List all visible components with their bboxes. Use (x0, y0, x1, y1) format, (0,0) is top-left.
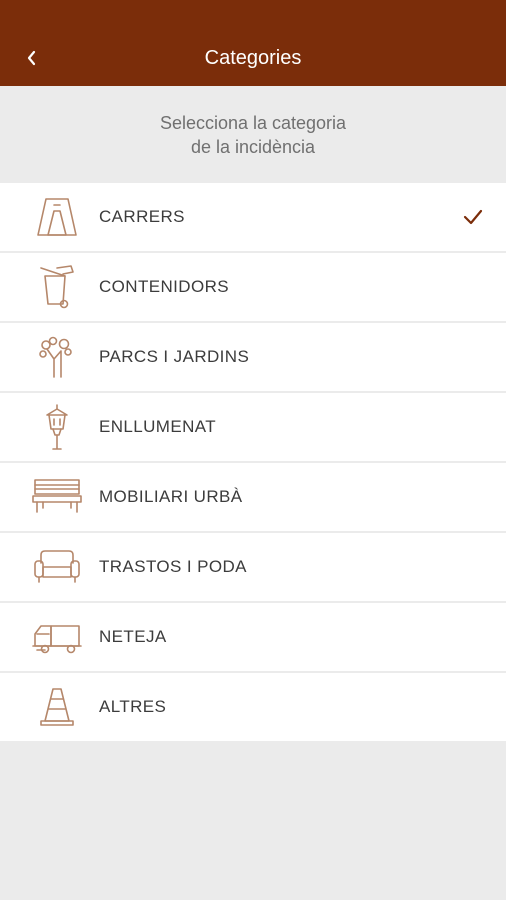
category-item-trastos-i-poda[interactable]: TRASTOS I PODA (0, 533, 506, 603)
category-list: CARRERS CONTENIDORS PARCS I JARDINS ENLL… (0, 183, 506, 743)
page-title: Categories (204, 47, 302, 69)
cleaning-truck-icon (28, 612, 86, 662)
streetlight-icon (28, 402, 86, 452)
container-icon (28, 262, 86, 312)
category-label: TRASTOS I PODA (99, 557, 247, 576)
bench-icon (28, 472, 86, 522)
category-label: NETEJA (99, 627, 167, 646)
instructions-text: Selecciona la categoria de la incidència (0, 86, 506, 183)
category-label: CARRERS (99, 207, 185, 226)
category-label: ALTRES (99, 697, 167, 716)
category-item-carrers[interactable]: CARRERS (0, 183, 506, 253)
category-label: ENLLUMENAT (99, 417, 217, 436)
category-item-neteja[interactable]: NETEJA (0, 603, 506, 673)
category-item-altres[interactable]: ALTRES (0, 673, 506, 743)
app-header: Categories (0, 0, 506, 86)
category-item-mobiliari-urba[interactable]: MOBILIARI URBÀ (0, 463, 506, 533)
road-icon (28, 192, 86, 242)
category-label: PARCS I JARDINS (99, 347, 250, 366)
category-label: CONTENIDORS (99, 277, 230, 296)
category-item-parcs-i-jardins[interactable]: PARCS I JARDINS (0, 323, 506, 393)
category-item-enllumenat[interactable]: ENLLUMENAT (0, 393, 506, 463)
sofa-icon (28, 542, 86, 592)
checkmark-icon (463, 209, 483, 225)
tree-icon (28, 332, 86, 382)
instructions-line-2: de la incidència (190, 136, 316, 157)
category-item-contenidors[interactable]: CONTENIDORS (0, 253, 506, 323)
traffic-cone-icon (28, 682, 86, 732)
instructions-line-1: Selecciona la categoria (159, 112, 347, 133)
category-label: MOBILIARI URBÀ (99, 487, 243, 506)
